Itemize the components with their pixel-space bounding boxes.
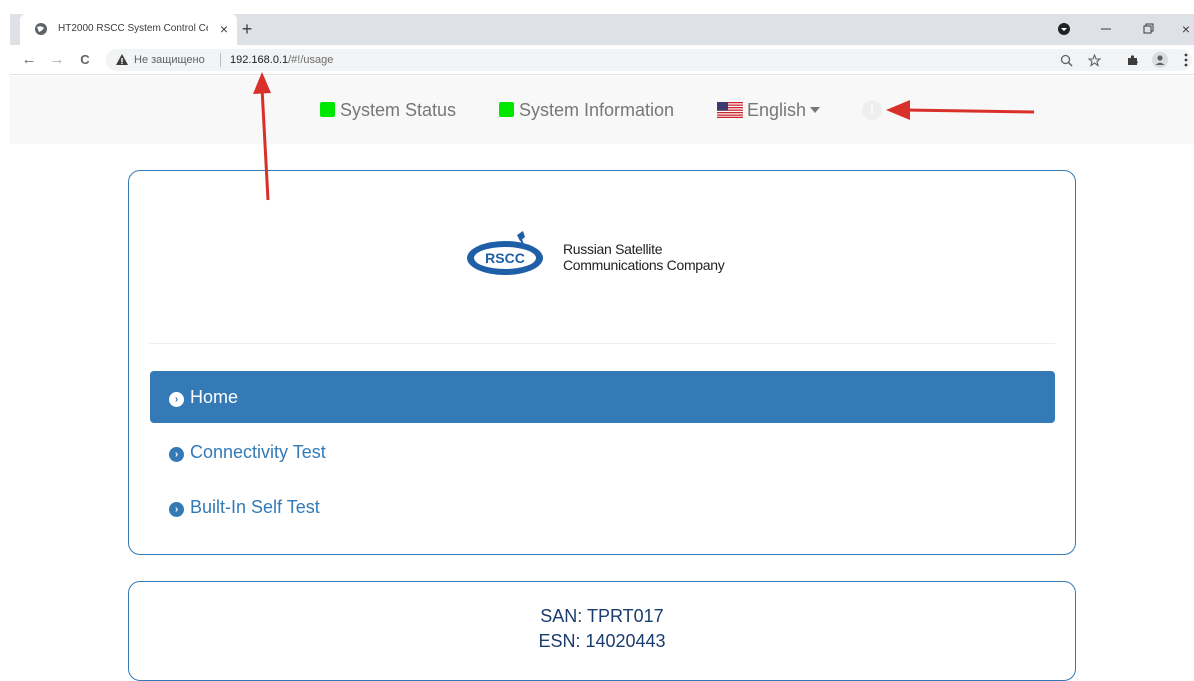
back-button[interactable]: ←: [20, 51, 38, 69]
url-path: /#!/usage: [288, 54, 334, 66]
language-dropdown[interactable]: English: [717, 100, 821, 121]
system-information-label: System Information: [519, 100, 675, 120]
browser-tab-strip: HT2000 RSCC System Control Ce × + ×: [10, 14, 1194, 45]
logo-text-line2: Communications Company: [563, 257, 725, 273]
system-information-link[interactable]: System Information: [499, 100, 674, 121]
menu-item-home[interactable]: › Home: [150, 371, 1055, 423]
extensions-icon[interactable]: [1122, 50, 1142, 70]
device-info-panel: SAN: TPRT017 ESN: 14020443: [128, 581, 1076, 681]
account-icon[interactable]: [1150, 50, 1170, 70]
forward-button[interactable]: →: [48, 51, 66, 69]
system-status-label: System Status: [340, 100, 457, 120]
restore-icon[interactable]: [1138, 19, 1158, 39]
san-value: SAN: TPRT017: [540, 606, 664, 626]
logo-text-line1: Russian Satellite: [563, 241, 663, 257]
us-flag-icon: [717, 102, 743, 118]
profile-menu-icon[interactable]: [1054, 19, 1074, 39]
caret-down-icon: [810, 107, 821, 113]
browser-tab[interactable]: HT2000 RSCC System Control Ce ×: [20, 14, 237, 45]
chevron-right-circle-icon: ›: [169, 502, 184, 517]
not-secure-label: Не защищено: [134, 54, 205, 66]
zoom-icon[interactable]: [1056, 50, 1076, 70]
globe-icon: [35, 23, 47, 35]
logo-badge: RSCC: [485, 250, 525, 266]
address-bar[interactable]: Не защищено 192.168.0.1/#!/usage: [106, 49, 1192, 71]
reload-button[interactable]: C: [76, 51, 94, 69]
top-navbar: System Status System Information English…: [10, 76, 1194, 144]
menu-item-label: Connectivity Test: [190, 442, 326, 462]
window-close-icon[interactable]: ×: [1176, 19, 1194, 39]
info-icon[interactable]: i: [862, 100, 882, 120]
rscc-emblem-icon: RSCC: [467, 231, 543, 275]
bookmark-star-icon[interactable]: [1084, 50, 1104, 70]
tab-title: HT2000 RSCC System Control Ce: [58, 23, 208, 34]
chevron-right-circle-icon: ›: [169, 392, 184, 407]
esn-value: ESN: 14020443: [538, 631, 666, 651]
more-menu-icon[interactable]: [1176, 50, 1194, 70]
url-host: 192.168.0.1: [230, 54, 289, 66]
main-panel: RSCC Russian Satellite Communications Co…: [128, 170, 1076, 555]
language-label: English: [747, 100, 807, 120]
tab-close-icon[interactable]: ×: [217, 20, 231, 38]
status-indicator: [499, 102, 514, 117]
status-indicator: [320, 102, 335, 117]
menu-item-label: Home: [190, 387, 239, 407]
chevron-right-circle-icon: ›: [169, 447, 184, 462]
menu-item-built-in-self-test[interactable]: › Built-In Self Test: [150, 481, 1055, 533]
url-text[interactable]: 192.168.0.1/#!/usage: [230, 54, 333, 66]
new-tab-button[interactable]: +: [238, 19, 256, 39]
menu-item-connectivity-test[interactable]: › Connectivity Test: [150, 426, 1055, 478]
menu-item-label: Built-In Self Test: [190, 497, 320, 517]
minimize-icon[interactable]: [1096, 19, 1116, 39]
omnibox-separator: [220, 53, 221, 67]
panel-divider: [149, 343, 1055, 344]
warning-icon[interactable]: [115, 53, 129, 67]
system-status-link[interactable]: System Status: [320, 100, 456, 121]
rscc-logo: RSCC Russian Satellite Communications Co…: [465, 229, 745, 279]
browser-toolbar: ← → C Не защищено 192.168.0.1/#!/usage: [10, 45, 1194, 75]
